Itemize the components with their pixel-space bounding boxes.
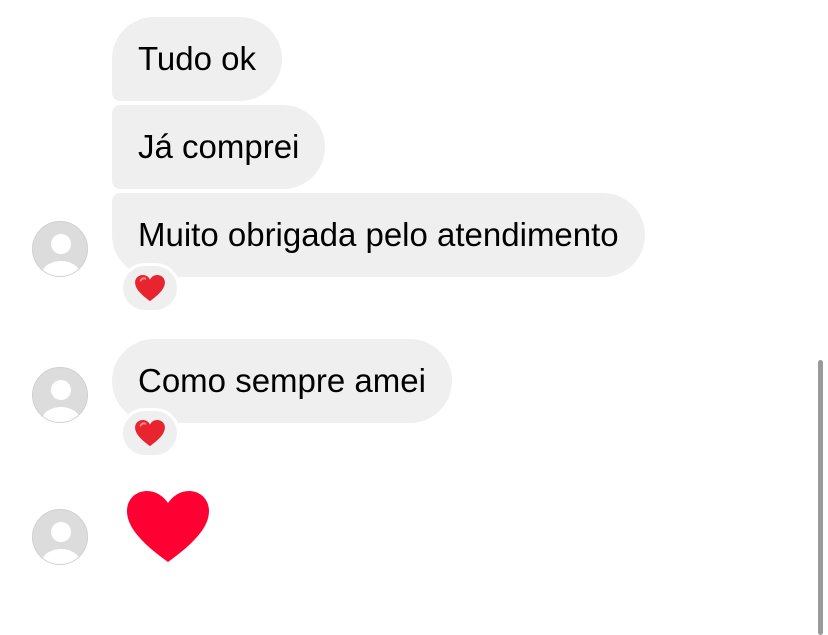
- sender-avatar[interactable]: [32, 509, 88, 565]
- message-bubble[interactable]: Já comprei: [112, 105, 326, 189]
- message-bubble[interactable]: Tudo ok: [112, 17, 283, 101]
- large-red-heart-icon: [127, 491, 209, 562]
- message-text: Como sempre amei: [138, 362, 426, 399]
- sender-avatar[interactable]: [32, 221, 88, 277]
- message-bubble[interactable]: Muito obrigada pelo atendimento: [112, 193, 645, 277]
- message-reaction[interactable]: [120, 408, 180, 458]
- red-heart-reaction-icon: [135, 274, 165, 301]
- message-text: Já comprei: [138, 128, 300, 165]
- sender-avatar[interactable]: [32, 367, 88, 423]
- scrollbar-thumb[interactable]: [818, 360, 823, 635]
- avatar-person-icon: [42, 522, 80, 564]
- avatar-person-icon: [42, 380, 80, 422]
- heart-message[interactable]: [126, 490, 210, 564]
- avatar-person-icon: [42, 234, 80, 276]
- red-heart-reaction-icon: [135, 419, 165, 446]
- message-reaction[interactable]: [120, 263, 180, 313]
- message-text: Tudo ok: [138, 40, 257, 77]
- message-text: Muito obrigada pelo atendimento: [138, 216, 619, 253]
